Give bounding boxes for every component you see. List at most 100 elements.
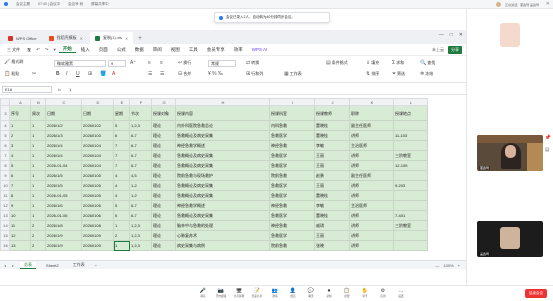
meeting-toolbar-button[interactable]: 💬 聊天 [304, 288, 318, 300]
table-cell[interactable]: 1 [30, 180, 46, 191]
table-cell[interactable]: 20260102 [81, 120, 114, 131]
table-cell[interactable]: 9 [9, 200, 31, 211]
rows-cols-button[interactable]: ⊞ 行和列 [246, 71, 263, 77]
table-cell[interactable]: 20260105 [81, 180, 114, 191]
save-icon[interactable]: 🖫 [25, 46, 33, 54]
formula-input[interactable]: 1 [69, 87, 71, 92]
table-cell[interactable]: 2026/1/3 [45, 130, 82, 141]
table-cell[interactable]: 急救医学 [269, 180, 315, 191]
meeting-toolbar-button[interactable]: ⚙ 应用 [376, 288, 390, 300]
add-sheet-icon[interactable]: + [95, 263, 97, 268]
table-cell[interactable]: 讲师 [349, 230, 394, 241]
table-cell[interactable]: 6 [9, 170, 31, 181]
table-cell[interactable]: 三阶教室 [393, 150, 428, 161]
share-button[interactable]: 分享 [448, 46, 462, 54]
table-cell[interactable] [393, 190, 428, 201]
cut-icon[interactable]: ✂ [32, 71, 36, 77]
table-cell[interactable]: 7 [9, 180, 31, 191]
zoom-in-icon[interactable]: + [458, 263, 460, 268]
layout-icon[interactable]: ▤ [545, 147, 551, 153]
table-cell[interactable]: 3 [9, 140, 31, 151]
table-cell[interactable]: 王丽 [314, 160, 350, 171]
zoom-out-icon[interactable]: — [435, 263, 439, 268]
table-cell[interactable]: 戚琪 [314, 220, 350, 231]
meeting-toolbar-button[interactable]: 📋 纪要 [340, 288, 354, 300]
align-center-icon[interactable]: ☰ [160, 71, 164, 77]
table-cell[interactable]: 副主任医师 [349, 170, 394, 181]
table-cell[interactable] [393, 200, 428, 211]
table-cell[interactable]: 急救概论及病史采集 [175, 160, 270, 171]
header-cell[interactable]: 星期 [113, 105, 130, 121]
merge-button[interactable]: ⊟ 合并 [178, 71, 191, 77]
table-cell[interactable]: 11-103 [393, 130, 428, 141]
table-cell[interactable]: 院前急救 [269, 170, 315, 181]
table-cell[interactable]: 理论 [151, 170, 176, 181]
menu-item-1[interactable]: 插入 [77, 47, 94, 53]
table-cell[interactable]: 理论 [151, 140, 176, 151]
table-cell[interactable]: 2026/1/9 [45, 230, 82, 241]
table-cell[interactable]: 王丽 [314, 230, 350, 241]
table-cell[interactable]: 6-7 [129, 130, 152, 141]
table-cell[interactable]: 20260104 [81, 160, 114, 171]
table-cell[interactable]: 李敏 [314, 200, 350, 211]
table-cell[interactable]: 急救医学 [269, 230, 315, 241]
table-cell[interactable]: 2026-01-04 [45, 160, 82, 171]
table-cell[interactable]: 急救概论及病史采集 [175, 180, 270, 191]
table-cell[interactable]: 理论 [151, 120, 176, 131]
table-cell[interactable]: 急救概论及病史采集 [175, 150, 270, 161]
table-cell[interactable]: 12 [9, 230, 31, 241]
table-cell[interactable]: 2026-01-05 [45, 190, 82, 201]
fill-color-icon[interactable]: 🪣 [100, 71, 106, 77]
table-cell[interactable]: 6-7 [129, 200, 152, 211]
table-cell[interactable]: 20260109 [81, 240, 114, 251]
table-cell[interactable]: 7 [113, 160, 130, 171]
table-cell[interactable]: 8 [9, 190, 31, 201]
table-cell[interactable]: 1 [30, 190, 46, 201]
filter-button[interactable]: ⏷ 筛选 [392, 71, 405, 77]
table-cell[interactable]: 9-203 [393, 180, 428, 191]
sum-button[interactable]: Σ 求和 [392, 60, 404, 66]
header-cell[interactable]: 授课地点 [393, 105, 428, 121]
table-cell[interactable]: 李敏 [314, 140, 350, 151]
table-cell[interactable]: 急救医学 [269, 130, 315, 141]
table-cell[interactable]: 11 [9, 220, 31, 231]
table-cell[interactable]: 5 [113, 200, 130, 211]
table-cell[interactable]: 讲师 [349, 180, 394, 191]
table-cell[interactable]: 2 [9, 130, 31, 141]
table-cell[interactable]: 神经急救 [269, 140, 315, 151]
meeting-toolbar-button[interactable]: 📷 开启视频 [214, 288, 228, 300]
row-number[interactable]: 12 [0, 200, 10, 211]
table-cell[interactable]: 讲师 [349, 190, 394, 201]
table-cell[interactable]: 讲师 [349, 240, 394, 251]
font-grow-icon[interactable]: A⁺ [130, 60, 136, 66]
table-cell[interactable]: 急救医学 [269, 160, 315, 171]
table-cell[interactable]: 神经急救学概述 [175, 200, 270, 211]
table-cell[interactable]: 1 [9, 120, 31, 131]
table-cell[interactable]: 20260106 [81, 210, 114, 221]
table-cell[interactable]: 理论 [151, 130, 176, 141]
table-cell[interactable]: 心肺复苏术 [175, 230, 270, 241]
align-middle-icon[interactable]: ≡ [160, 60, 163, 66]
align-left-icon[interactable]: ☰ [148, 71, 152, 77]
undo-icon[interactable]: ↶ [34, 47, 42, 53]
table-cell[interactable]: 张晓 [314, 240, 350, 251]
table-cell[interactable]: 讲师 [349, 220, 394, 231]
row-number[interactable]: 11 [0, 190, 10, 201]
table-cell[interactable]: 1 [30, 160, 46, 171]
table-cell[interactable]: 20260104 [81, 150, 114, 161]
close-tab-icon[interactable]: ✕ [80, 36, 83, 41]
table-cell[interactable]: 脑卒中与急救的处理 [175, 220, 270, 231]
more-icon[interactable]: ▾ [52, 47, 58, 53]
font-size-select[interactable]: 9 [108, 60, 126, 67]
table-cell[interactable]: 院前急救与现场救护 [175, 170, 270, 181]
table-cell[interactable]: 1 [30, 210, 46, 221]
table-cell[interactable]: 7 [113, 150, 130, 161]
column-header[interactable]: K [349, 98, 394, 106]
sheet-nav-prev-icon[interactable]: ◂ [4, 263, 6, 268]
table-cell[interactable] [393, 140, 428, 151]
header-cell[interactable]: 授课教师 [314, 105, 350, 121]
menu-item-0[interactable]: 开始 [58, 46, 76, 53]
table-cell[interactable]: 理论 [151, 220, 176, 231]
sort-button[interactable]: ⇅ 排序 [366, 71, 379, 77]
wrap-button[interactable]: ↩ 换行 [178, 60, 191, 66]
